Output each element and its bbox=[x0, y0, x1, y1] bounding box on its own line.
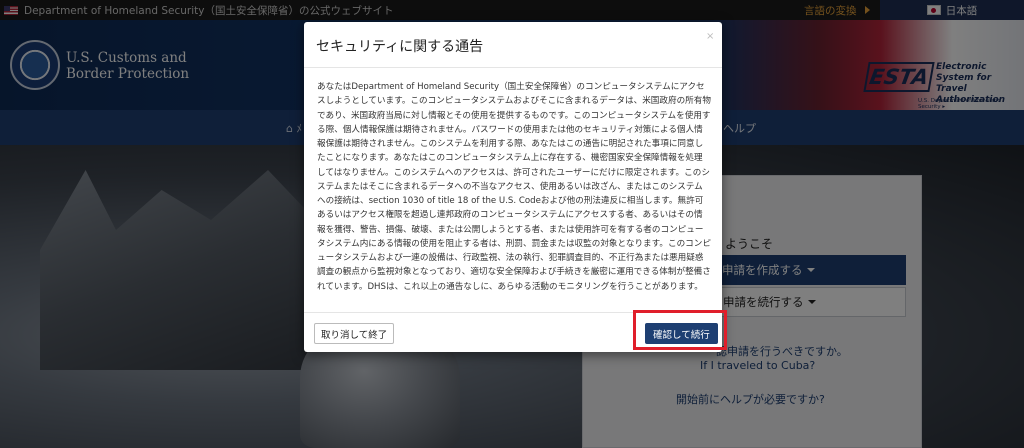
security-notice-dialog: セキュリティに関する通告 × あなたはDepartment of Homelan… bbox=[304, 22, 722, 352]
dialog-title: セキュリティに関する通告 bbox=[316, 39, 484, 55]
confirm-button-highlight-box bbox=[633, 310, 727, 350]
close-icon[interactable]: × bbox=[706, 31, 714, 42]
cancel-and-exit-button[interactable]: 取り消して終了 bbox=[314, 323, 395, 344]
dialog-header: セキュリティに関する通告 × bbox=[304, 22, 722, 68]
dialog-body-text: あなたはDepartment of Homeland Security（国土安全… bbox=[317, 82, 711, 292]
